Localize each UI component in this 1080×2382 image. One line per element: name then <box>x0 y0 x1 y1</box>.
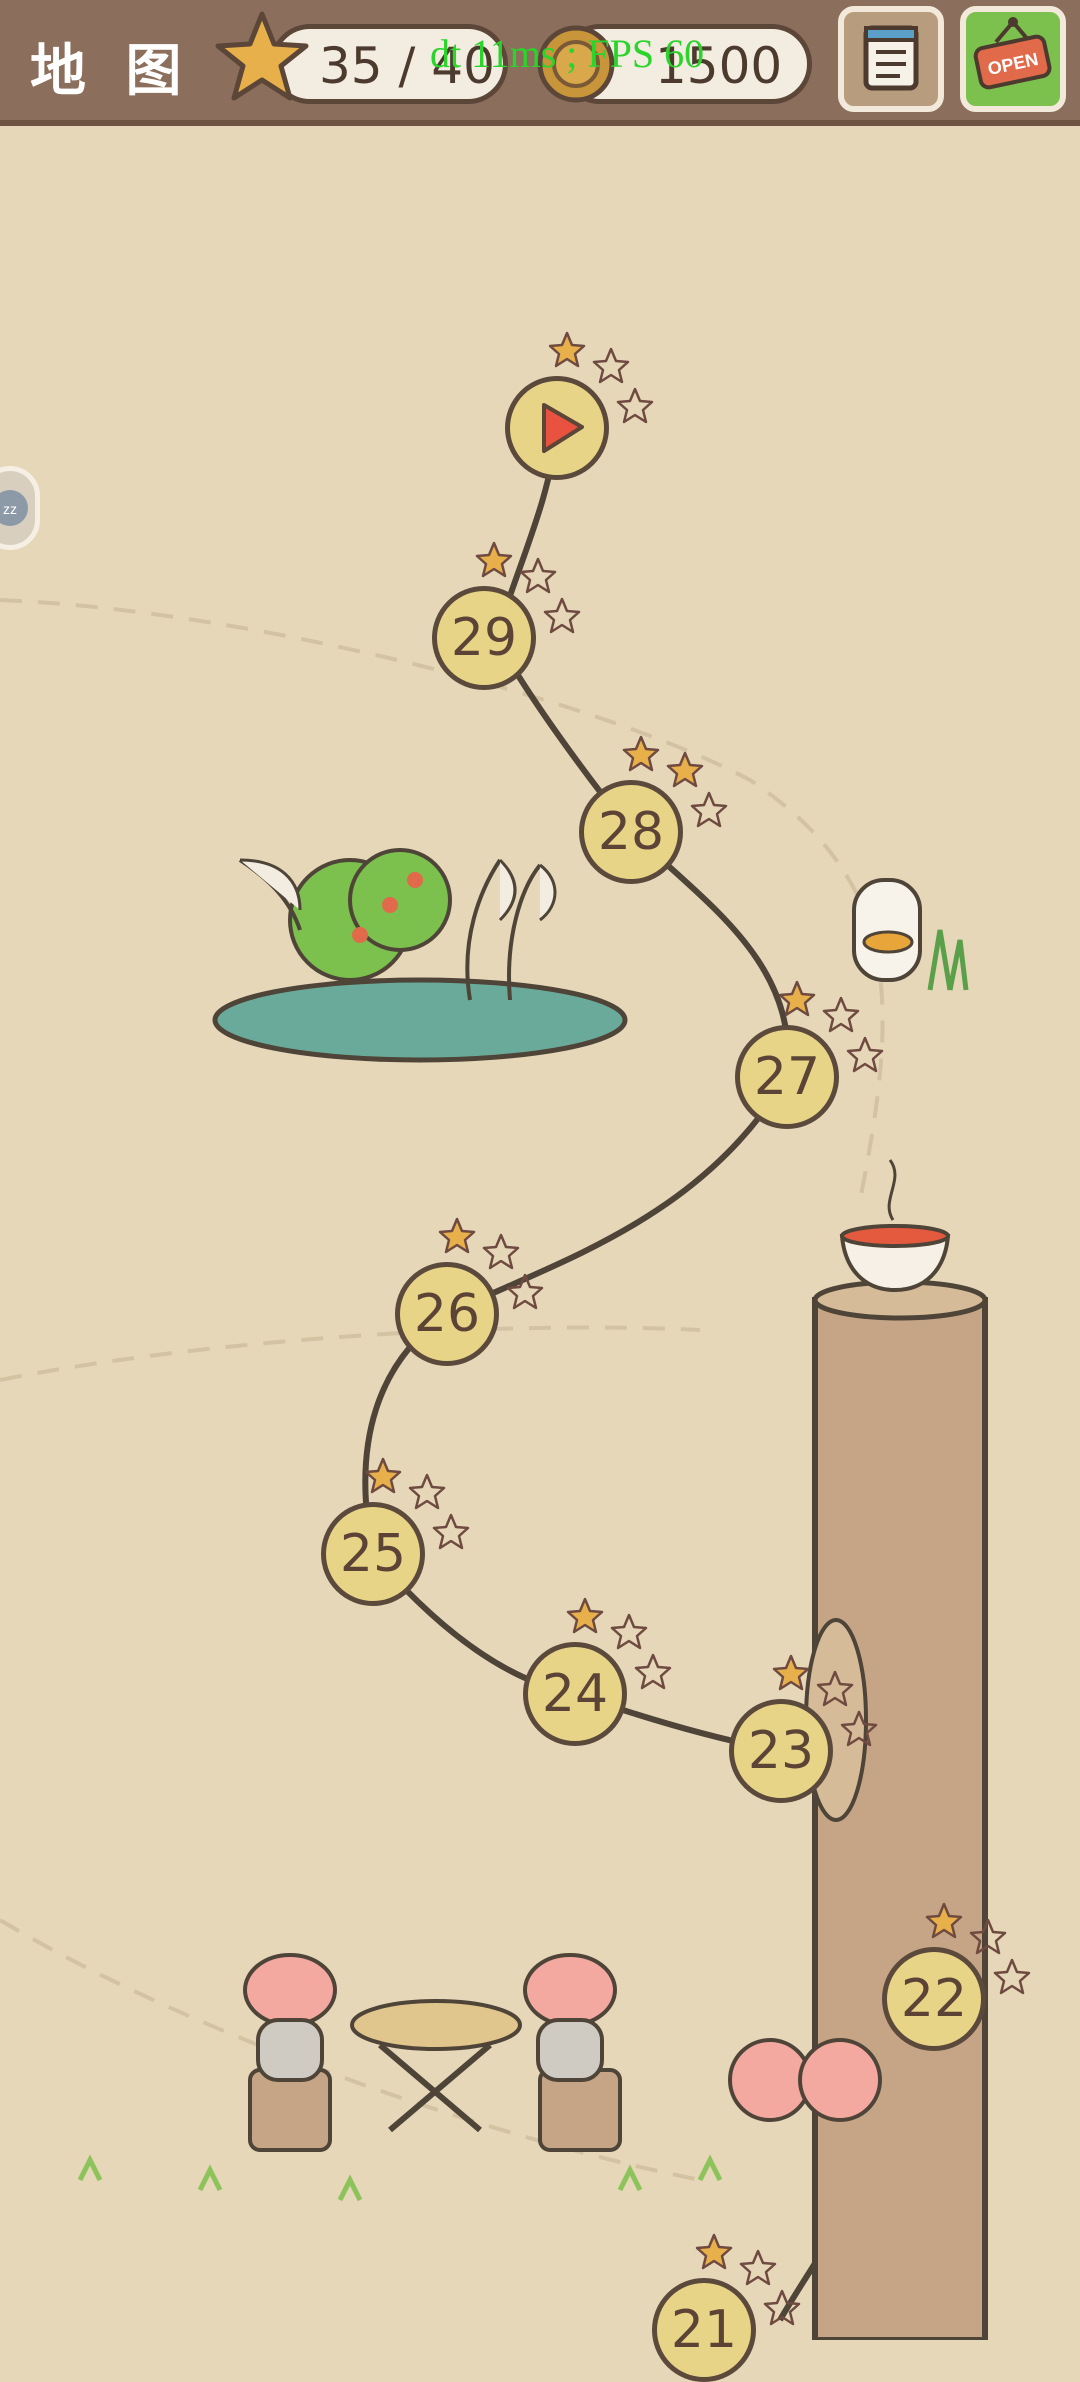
empty-star-icon <box>840 1710 878 1747</box>
empty-star-icon <box>610 1613 648 1650</box>
top-bar: 地 图 35 / 40 1500 dt 11ms ; FPS 60 OPEN <box>0 0 1080 126</box>
star-icon <box>215 11 309 101</box>
empty-star-icon <box>969 1918 1007 1955</box>
level-number: 24 <box>541 1664 609 1724</box>
empty-star-icon <box>506 1273 544 1310</box>
earned-star-icon <box>772 1654 810 1691</box>
map-title[interactable]: 地 图 <box>30 26 192 107</box>
level-number: 29 <box>450 608 518 668</box>
empty-star-icon <box>846 1036 884 1073</box>
journal-button[interactable] <box>838 6 944 112</box>
level-number: 27 <box>753 1047 821 1107</box>
empty-star-icon <box>592 347 630 384</box>
empty-star-icon <box>690 791 728 828</box>
level-node[interactable]: 21 <box>652 2278 756 2382</box>
earned-star-icon <box>622 735 660 772</box>
current-level-node[interactable] <box>505 376 609 480</box>
empty-star-icon <box>822 996 860 1033</box>
level-number: 22 <box>900 1969 968 2029</box>
empty-star-icon <box>816 1670 854 1707</box>
empty-star-icon <box>519 557 557 594</box>
level-number: 25 <box>339 1524 407 1584</box>
empty-star-icon <box>408 1473 446 1510</box>
earned-star-icon <box>438 1217 476 1254</box>
level-node[interactable]: 25 <box>321 1502 425 1606</box>
level-node[interactable]: 26 <box>395 1262 499 1366</box>
level-number: 21 <box>670 2300 738 2360</box>
earned-star-icon <box>364 1457 402 1494</box>
earned-star-icon <box>695 2233 733 2270</box>
earned-star-icon <box>475 541 513 578</box>
svg-text:zz: zz <box>3 501 17 517</box>
level-number: 23 <box>747 1721 815 1781</box>
level-node[interactable]: 24 <box>523 1642 627 1746</box>
empty-star-icon <box>739 2249 777 2286</box>
earned-star-icon <box>666 751 704 788</box>
empty-star-icon <box>616 387 654 424</box>
empty-star-icon <box>482 1233 520 1270</box>
level-node[interactable]: 27 <box>735 1025 839 1129</box>
empty-star-icon <box>763 2289 801 2326</box>
earned-star-icon <box>925 1902 963 1939</box>
empty-star-icon <box>634 1653 672 1690</box>
level-number: 26 <box>413 1284 481 1344</box>
zz-sleep-icon: zz <box>0 490 28 526</box>
empty-star-icon <box>993 1958 1031 1995</box>
sleep-side-button[interactable]: zz <box>0 466 40 550</box>
level-node[interactable]: 29 <box>432 586 536 690</box>
play-icon <box>542 403 584 453</box>
level-node[interactable]: 28 <box>579 780 683 884</box>
empty-star-icon <box>543 597 581 634</box>
open-sign-icon: OPEN <box>973 17 1052 90</box>
earned-star-icon <box>548 331 586 368</box>
notebook-icon <box>863 25 919 91</box>
level-node[interactable]: 22 <box>882 1947 986 2051</box>
earned-star-icon <box>566 1597 604 1634</box>
shop-open-button[interactable]: OPEN <box>960 6 1066 112</box>
level-node[interactable]: 23 <box>729 1699 833 1803</box>
fps-overlay: dt 11ms ; FPS 60 <box>430 31 705 76</box>
empty-star-icon <box>432 1513 470 1550</box>
level-number: 28 <box>597 802 665 862</box>
earned-star-icon <box>778 980 816 1017</box>
